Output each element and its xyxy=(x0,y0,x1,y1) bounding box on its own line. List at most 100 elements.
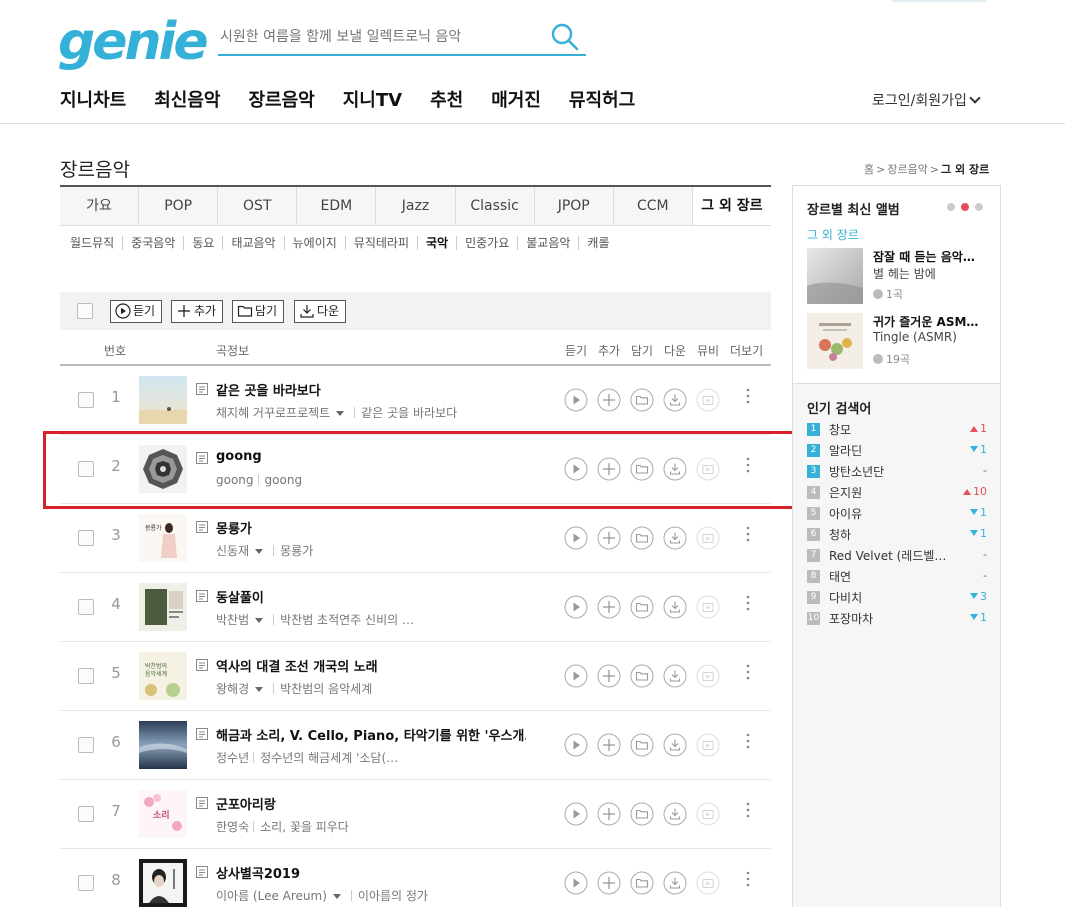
tab-jazz[interactable]: Jazz xyxy=(376,187,456,225)
song-title[interactable]: 동살풀이 xyxy=(216,587,264,606)
listen-icon[interactable] xyxy=(564,664,588,688)
album-title[interactable]: 잠잘 때 듣는 음악… xyxy=(873,248,988,265)
more-options-icon[interactable] xyxy=(746,595,750,611)
breadcrumb-genre[interactable]: 장르음악 xyxy=(887,163,927,176)
song-artist[interactable]: 박찬범 xyxy=(216,613,249,627)
save-icon[interactable] xyxy=(630,871,654,895)
artist-dropdown-icon[interactable] xyxy=(336,411,345,416)
popular-search-item[interactable]: 4 은지원 10 xyxy=(807,483,989,503)
song-artist[interactable]: 이아름 (Lee Areum) xyxy=(216,889,327,903)
subgenre-gugak[interactable]: 국악 xyxy=(416,236,456,250)
song-album[interactable]: 이아름의 정가 xyxy=(358,889,428,903)
subgenre-newage[interactable]: 뉴에이지 xyxy=(283,236,345,250)
latest-album-2[interactable]: 귀가 즐거운 ASM… Tingle (ASMR) 19곡 xyxy=(807,313,989,369)
album-thumbnail[interactable] xyxy=(139,583,187,631)
popular-word[interactable]: Red Velvet (레드벨… xyxy=(829,547,947,564)
genie-logo[interactable]: genie xyxy=(58,14,209,70)
download-icon[interactable] xyxy=(663,388,687,412)
song-checkbox[interactable] xyxy=(78,875,94,891)
download-icon[interactable] xyxy=(663,664,687,688)
subgenre-kids[interactable]: 동요 xyxy=(183,236,222,250)
subgenre-world[interactable]: 월드뮤직 xyxy=(70,236,122,250)
song-album[interactable]: 박찬범의 음악세계 xyxy=(280,682,372,696)
song-checkbox[interactable] xyxy=(78,530,94,546)
nav-item-musichug[interactable]: 뮤직허그 xyxy=(569,86,635,112)
song-title[interactable]: 몽룡가 xyxy=(216,518,252,537)
subgenre-therapy[interactable]: 뮤직테라피 xyxy=(344,236,417,250)
more-options-icon[interactable] xyxy=(746,388,750,404)
listen-icon[interactable] xyxy=(564,526,588,550)
album-artist[interactable]: Tingle (ASMR) xyxy=(873,330,988,344)
tab-classic[interactable]: Classic xyxy=(456,187,535,225)
song-checkbox[interactable] xyxy=(78,737,94,753)
carousel-dot-3[interactable] xyxy=(975,203,983,211)
lyrics-icon[interactable] xyxy=(195,796,209,810)
popular-search-item[interactable]: 9 다비치 3 xyxy=(807,588,989,608)
popular-search-item[interactable]: 10 포장마차 1 xyxy=(807,609,989,629)
song-row[interactable]: 4 동살풀이 박찬범 박찬범 초적연주 신비의 … xyxy=(60,573,771,642)
more-options-icon[interactable] xyxy=(746,526,750,542)
nav-item-new[interactable]: 최신음악 xyxy=(154,86,220,112)
save-selected-button[interactable]: 담기 xyxy=(232,300,285,323)
login-link[interactable]: 로그인/회원가입 xyxy=(872,90,981,110)
song-title[interactable]: 해금과 소리, V. Cello, Piano, 타악기를 위한 '우스개… xyxy=(216,725,526,744)
more-options-icon[interactable] xyxy=(746,733,750,749)
save-icon[interactable] xyxy=(630,595,654,619)
song-row[interactable]: 3 몽룡가 몽룡가 신동재 몽룡가 xyxy=(60,504,771,573)
song-title[interactable]: 역사의 대결 조선 개국의 노래 xyxy=(216,656,378,675)
add-icon[interactable] xyxy=(597,802,621,826)
subgenre-carol[interactable]: 캐롤 xyxy=(578,236,617,250)
lyrics-icon[interactable] xyxy=(195,658,209,672)
lyrics-icon[interactable] xyxy=(195,727,209,741)
subgenre-minjung[interactable]: 민중가요 xyxy=(456,236,517,250)
song-artist[interactable]: 채지혜 거꾸로프로젝트 xyxy=(216,406,330,420)
album-thumbnail[interactable]: 몽룡가 xyxy=(139,514,187,562)
add-selected-button[interactable]: 추가 xyxy=(171,300,224,323)
search-input[interactable] xyxy=(220,26,540,48)
select-all-checkbox[interactable] xyxy=(77,303,93,319)
album-thumbnail[interactable]: 소리 xyxy=(139,790,187,838)
subgenre-chinese[interactable]: 중국음악 xyxy=(122,236,183,250)
save-icon[interactable] xyxy=(630,802,654,826)
song-row[interactable]: 1 같은 곳을 바라보다 채지혜 거꾸로프로젝트 같은 곳을 바라보다 xyxy=(60,366,771,435)
popular-search-item[interactable]: 5 아이유 1 xyxy=(807,504,989,524)
song-checkbox[interactable] xyxy=(78,599,94,615)
album-thumbnail[interactable]: 박찬범의 음악세계 xyxy=(139,652,187,700)
song-artist[interactable]: 한영숙 xyxy=(216,820,249,834)
add-icon[interactable] xyxy=(597,388,621,412)
album-thumbnail[interactable] xyxy=(139,376,187,424)
nav-item-genre[interactable]: 장르음악 xyxy=(249,86,315,112)
download-icon[interactable] xyxy=(663,802,687,826)
popular-word[interactable]: 다비치 xyxy=(829,589,947,606)
add-icon[interactable] xyxy=(597,526,621,550)
song-artist[interactable]: 신동재 xyxy=(216,544,249,558)
popular-search-item[interactable]: 8 태연 - xyxy=(807,567,989,587)
tab-pop[interactable]: POP xyxy=(139,187,219,225)
carousel-dot-2[interactable] xyxy=(961,203,969,211)
add-icon[interactable] xyxy=(597,871,621,895)
save-icon[interactable] xyxy=(630,733,654,757)
add-icon[interactable] xyxy=(597,733,621,757)
download-icon[interactable] xyxy=(663,526,687,550)
popular-word[interactable]: 태연 xyxy=(829,568,947,585)
more-options-icon[interactable] xyxy=(746,871,750,887)
save-icon[interactable] xyxy=(630,388,654,412)
nav-item-recommend[interactable]: 추천 xyxy=(430,86,463,112)
search-icon[interactable] xyxy=(550,22,580,52)
breadcrumb-home[interactable]: 홈 xyxy=(864,163,874,176)
listen-icon[interactable] xyxy=(564,802,588,826)
tab-other-genre[interactable]: 그 외 장르 xyxy=(692,187,771,225)
artist-dropdown-icon[interactable] xyxy=(255,687,264,692)
popular-word[interactable]: 은지원 xyxy=(829,484,947,501)
popular-word[interactable]: 포장마차 xyxy=(829,610,947,627)
more-options-icon[interactable] xyxy=(746,802,750,818)
listen-icon[interactable] xyxy=(564,595,588,619)
popular-word[interactable]: 청하 xyxy=(829,526,947,543)
panel-genre-label[interactable]: 그 외 장르 xyxy=(807,226,859,243)
song-row[interactable]: 8 상사별곡2019 이아름 (Lee Areum) 이아름의 정가 xyxy=(60,849,771,907)
album-title[interactable]: 귀가 즐거운 ASM… xyxy=(873,313,988,330)
add-icon[interactable] xyxy=(597,595,621,619)
nav-item-tv[interactable]: 지니TV xyxy=(343,86,402,112)
tab-kpop[interactable]: 가요 xyxy=(60,187,140,225)
download-icon[interactable] xyxy=(663,595,687,619)
